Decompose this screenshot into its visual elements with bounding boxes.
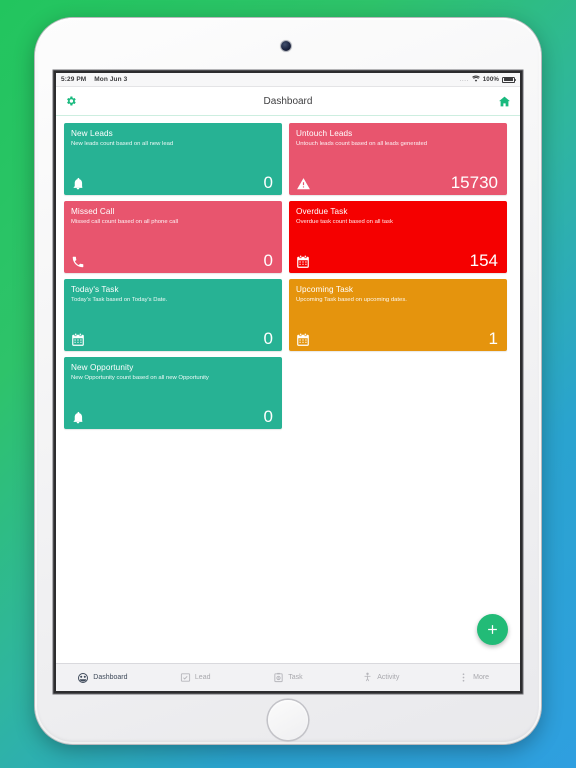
card-footer: 154 xyxy=(296,252,498,269)
card-title: Missed Call xyxy=(71,207,115,216)
card-footer: 1 xyxy=(296,330,498,347)
tablet-screen: 5:29 PM Mon Jun 3 .... 100% Dashboard Ne… xyxy=(56,73,520,691)
dashboard-card-missed-call[interactable]: Missed Call Missed call count based on a… xyxy=(64,201,282,273)
card-value: 15730 xyxy=(450,173,498,192)
battery-icon xyxy=(502,76,517,83)
card-title: New Leads xyxy=(71,129,113,138)
card-value: 1 xyxy=(488,329,498,348)
status-bar: 5:29 PM Mon Jun 3 .... 100% xyxy=(56,73,520,87)
warning-triangle-icon xyxy=(296,177,311,191)
card-footer: 0 xyxy=(71,252,273,269)
card-title: New Opportunity xyxy=(71,363,134,372)
dashboard-card-upcoming-task[interactable]: Upcoming Task Upcoming Task based on upc… xyxy=(289,279,507,351)
tab-lead[interactable]: Lead xyxy=(149,672,242,683)
front-camera-icon xyxy=(281,41,291,51)
dashboard-content: New Leads New leads count based on all n… xyxy=(56,116,520,429)
card-title: Upcoming Task xyxy=(296,285,354,294)
calendar-icon xyxy=(71,333,85,347)
card-footer: 0 xyxy=(71,408,273,425)
card-value: 0 xyxy=(263,407,273,426)
card-subtitle: New Opportunity count based on all new O… xyxy=(71,375,209,381)
card-title: Overdue Task xyxy=(296,207,348,216)
dashboard-card-grid: New Leads New leads count based on all n… xyxy=(64,123,512,429)
clipboard-clock-icon xyxy=(273,672,284,683)
card-title: Untouch Leads xyxy=(296,129,353,138)
bell-icon xyxy=(71,410,85,425)
calendar-icon xyxy=(296,333,310,347)
bell-icon xyxy=(71,176,85,191)
tab-dashboard[interactable]: Dashboard xyxy=(56,672,149,684)
tab-label: Task xyxy=(288,674,303,681)
plus-icon xyxy=(488,625,497,634)
dashboard-card-overdue-task[interactable]: Overdue Task Overdue task count based on… xyxy=(289,201,507,273)
tab-activity[interactable]: Activity xyxy=(334,672,427,683)
more-vertical-icon xyxy=(458,672,469,683)
home-button[interactable] xyxy=(268,700,308,740)
screenshot-stage: 5:29 PM Mon Jun 3 .... 100% Dashboard Ne… xyxy=(0,0,576,768)
card-footer: 0 xyxy=(71,330,273,347)
battery-percentage: 100% xyxy=(482,76,499,83)
card-subtitle: New leads count based on all new lead xyxy=(71,141,174,147)
dashboard-card-untouch-leads[interactable]: Untouch Leads Untouch leads count based … xyxy=(289,123,507,195)
speedometer-icon xyxy=(77,672,89,684)
card-value: 0 xyxy=(263,251,273,270)
card-value: 0 xyxy=(263,329,273,348)
app-navbar: Dashboard xyxy=(56,87,520,116)
tab-label: Lead xyxy=(194,674,211,681)
tab-more[interactable]: More xyxy=(427,672,520,683)
card-subtitle: Today's Task based on Today's Date. xyxy=(71,297,168,303)
card-footer: 0 xyxy=(71,174,273,191)
bottom-tab-bar: Dashboard Lead Task Activity More xyxy=(56,663,520,691)
card-title: Today's Task xyxy=(71,285,119,294)
person-icon xyxy=(362,672,373,683)
dashboard-card-todays-task[interactable]: Today's Task Today's Task based on Today… xyxy=(64,279,282,351)
status-bar-right-group: .... 100% xyxy=(459,75,517,84)
tab-label: Activity xyxy=(377,674,400,681)
status-bar-date: Mon Jun 3 xyxy=(94,76,128,83)
card-value: 0 xyxy=(263,173,273,192)
page-title: Dashboard xyxy=(263,95,313,107)
card-value: 154 xyxy=(469,251,498,270)
card-subtitle: Overdue task count based on all task xyxy=(296,219,393,225)
add-button[interactable] xyxy=(477,614,508,645)
wifi-icon xyxy=(471,75,480,84)
status-bar-time: 5:29 PM xyxy=(61,76,87,83)
phone-icon xyxy=(71,255,85,269)
dashboard-card-new-leads[interactable]: New Leads New leads count based on all n… xyxy=(64,123,282,195)
tab-task[interactable]: Task xyxy=(242,672,335,683)
status-bar-dots: .... xyxy=(459,76,469,83)
card-subtitle: Untouch leads count based on all leads g… xyxy=(296,141,427,147)
tab-label: Dashboard xyxy=(93,674,128,681)
card-subtitle: Missed call count based on all phone cal… xyxy=(71,219,179,225)
card-footer: 15730 xyxy=(296,174,498,191)
lead-card-icon xyxy=(180,672,191,683)
calendar-icon xyxy=(296,255,310,269)
tab-label: More xyxy=(473,674,490,681)
dashboard-card-new-opportunity[interactable]: New Opportunity New Opportunity count ba… xyxy=(64,357,282,429)
card-subtitle: Upcoming Task based on upcoming dates. xyxy=(296,297,407,303)
